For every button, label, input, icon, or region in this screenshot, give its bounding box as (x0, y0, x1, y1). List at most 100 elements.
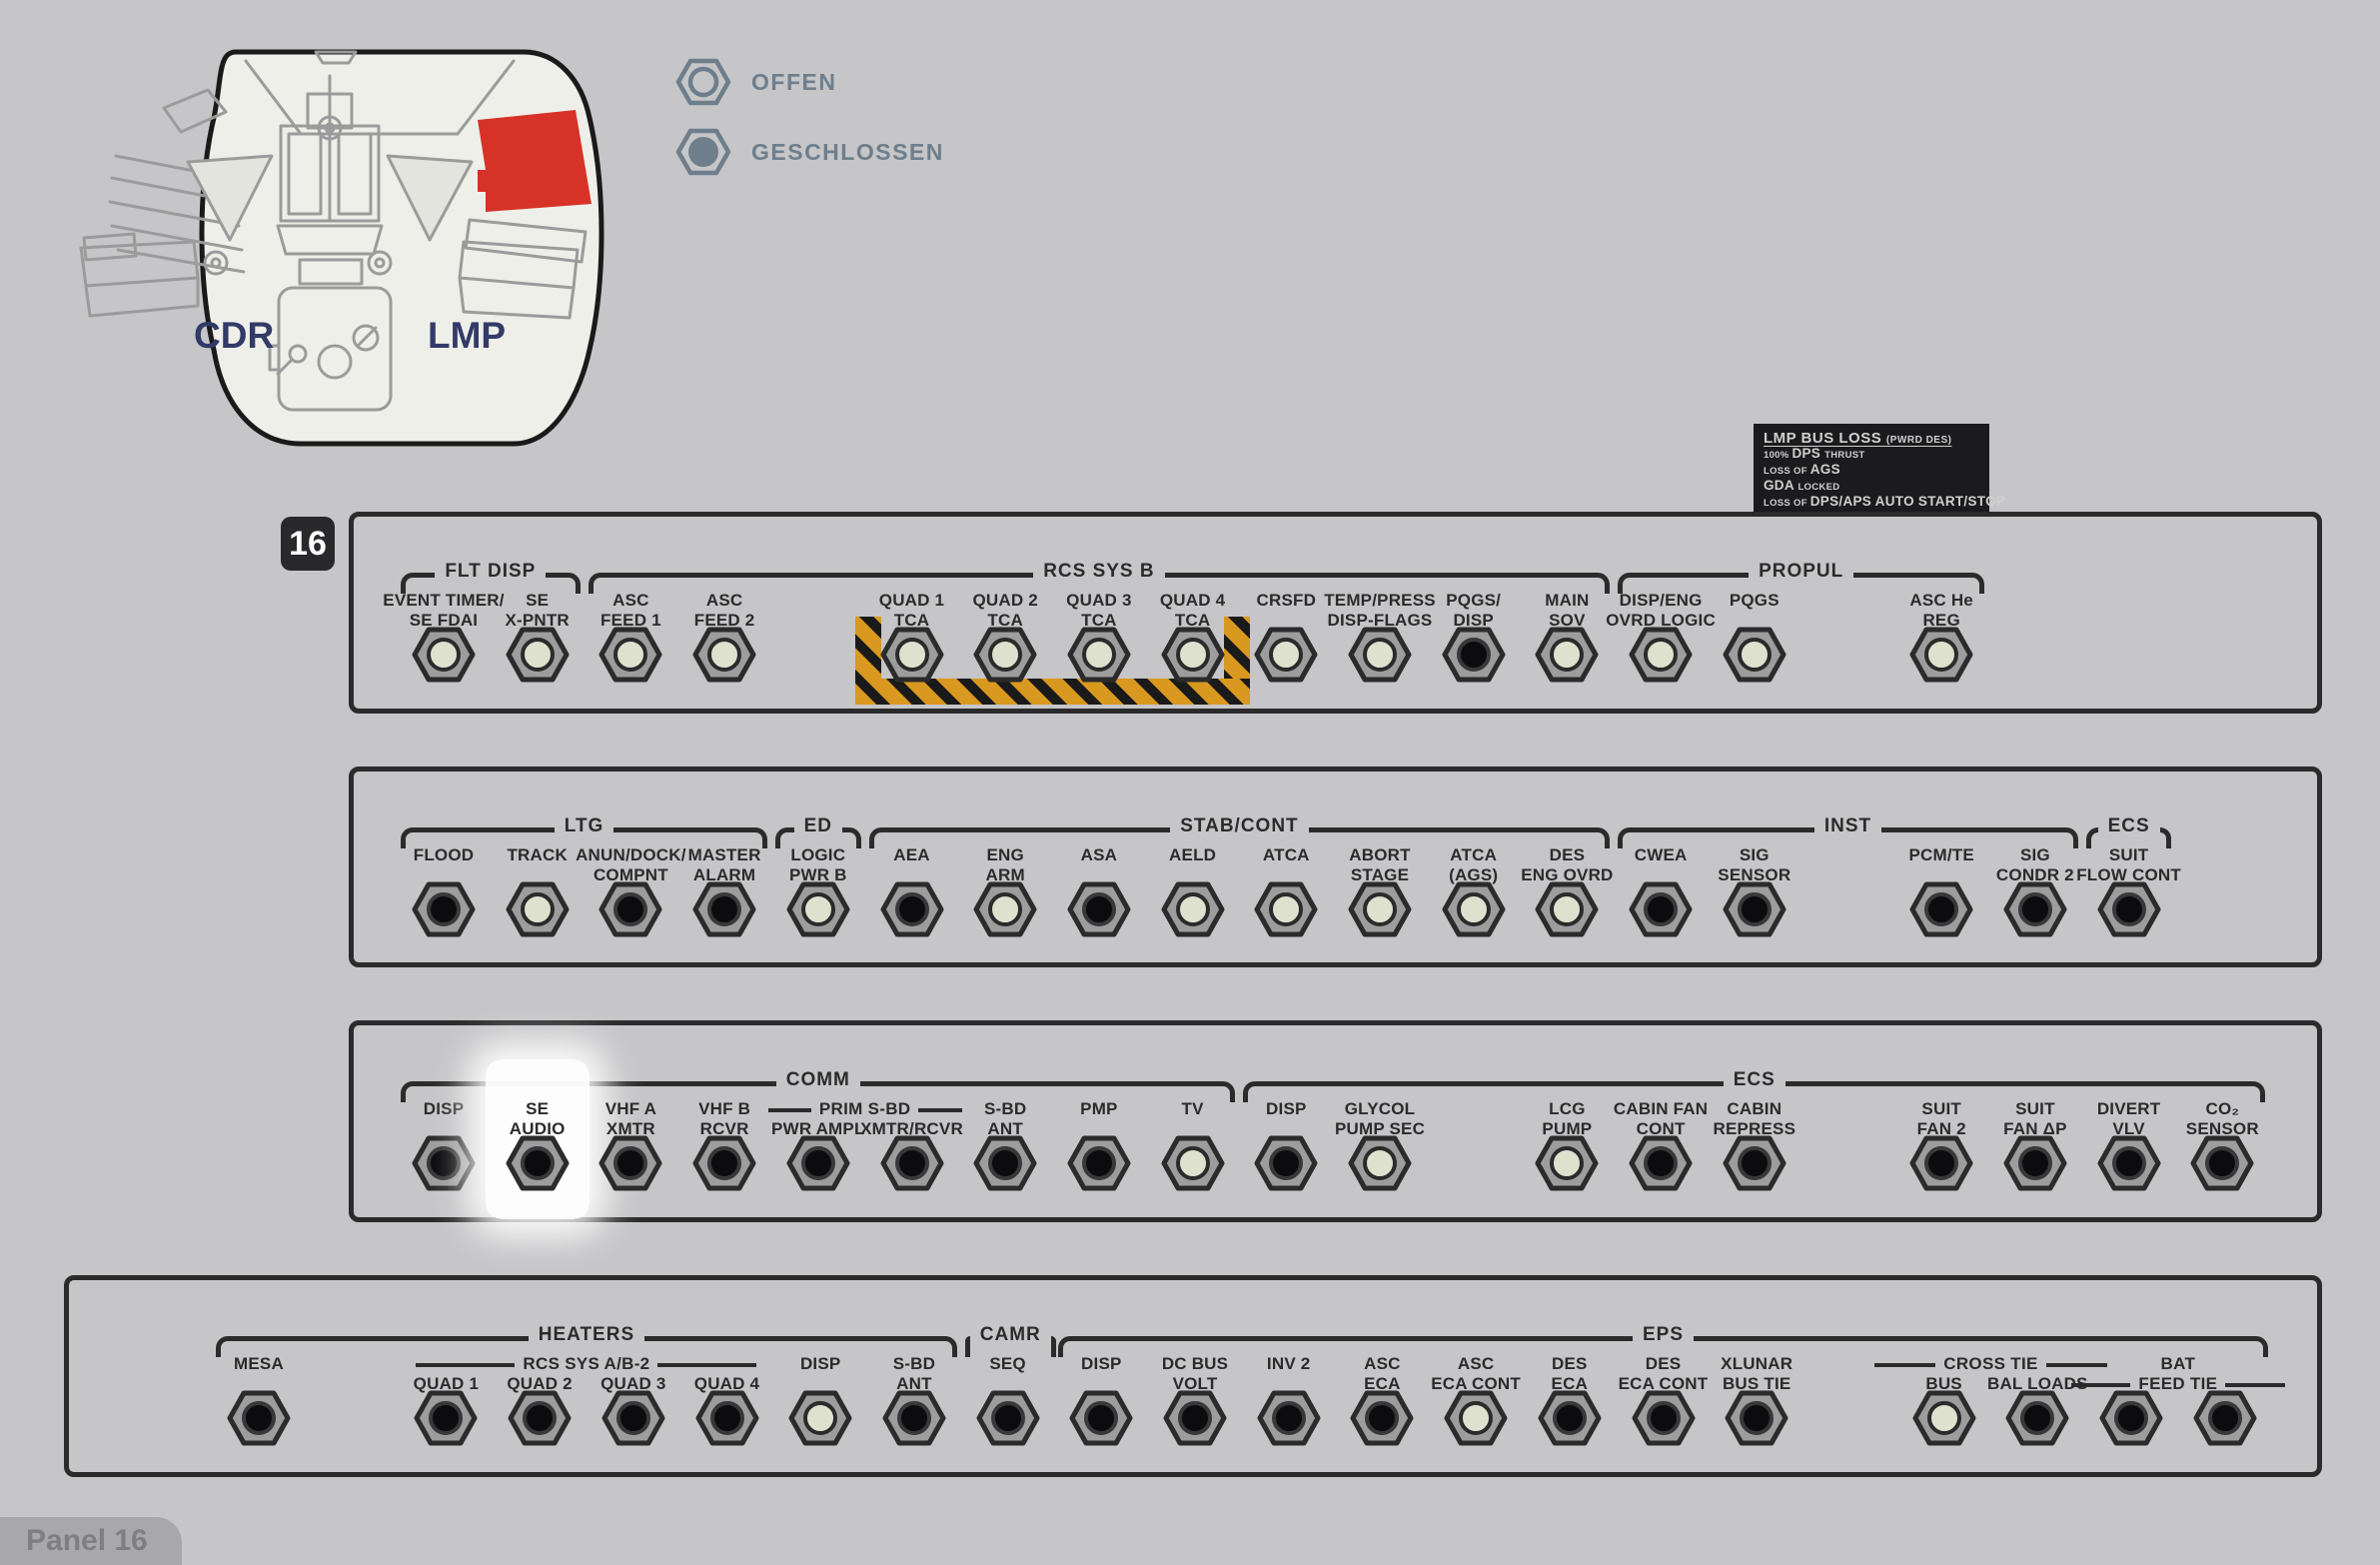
cb-quad-2[interactable] (508, 1390, 572, 1446)
section-label: ECS (1733, 1069, 1776, 1090)
open-breaker-icon (675, 58, 731, 106)
cb-label-co-sensor: CO₂ SENSOR (2185, 1099, 2259, 1138)
cb-label-cabin-repress: CABIN REPRESS (1713, 1099, 1796, 1138)
cb-bal-loads[interactable] (2005, 1390, 2069, 1446)
cb-tv[interactable] (1161, 1135, 1225, 1191)
cb-s-bd-ant[interactable] (882, 1390, 946, 1446)
cb-asc-he-reg[interactable] (1909, 627, 1973, 683)
cb-xlunar-bus-tie[interactable] (1725, 1390, 1788, 1446)
cb-label-mesa: MESA (234, 1354, 284, 1373)
cb-aeld[interactable] (1161, 881, 1225, 937)
cb-disp[interactable] (1069, 1390, 1133, 1446)
legend-closed-row: GESCHLOSSEN (675, 128, 944, 176)
cb-des-eca-cont[interactable] (1632, 1390, 1696, 1446)
cb-sig-sensor[interactable] (1723, 881, 1786, 937)
cb-mesa[interactable] (227, 1390, 291, 1446)
cb-des-eng-ovrd[interactable] (1535, 881, 1599, 937)
cb-pcm-te[interactable] (1909, 881, 1973, 937)
cb-pwr-ampl[interactable] (786, 1135, 850, 1191)
cb-quad-3[interactable] (601, 1390, 665, 1446)
cb-aea[interactable] (880, 881, 944, 937)
cb-inv-2[interactable] (1257, 1390, 1321, 1446)
section-label: ED (803, 815, 832, 836)
cb-event-timer-se-fdai[interactable] (412, 627, 476, 683)
cb-quad-1[interactable] (414, 1390, 478, 1446)
group-label-bat: BAT (2131, 1354, 2225, 1374)
cb-cabin-fan-cont[interactable] (1629, 1135, 1693, 1191)
cb-label-sig-sensor: SIG SENSOR (1718, 845, 1791, 884)
cb-master-alarm[interactable] (692, 881, 756, 937)
cb-logic-pwr-b[interactable] (786, 881, 850, 937)
warning-line: 100% DPS THRUST (1764, 446, 1865, 462)
cb-main-sov[interactable] (1535, 627, 1599, 683)
section-label: STAB/CONT (1180, 815, 1299, 836)
cb-asc-feed-2[interactable] (692, 627, 756, 683)
cb-label-asc-feed-2: ASC FEED 2 (693, 591, 755, 630)
cb-suit-fan-p[interactable] (2003, 1135, 2067, 1191)
cb-quad-3-tca[interactable] (1067, 627, 1131, 683)
cb-co-sensor[interactable] (2190, 1135, 2254, 1191)
cb-panel-row-4: HEATERS CAMR EPS RCS SYS A/B-2 CROSS TIE BAT F… (64, 1275, 2322, 1477)
panel16-location-highlight (478, 110, 592, 212)
cb-eng-arm[interactable] (973, 881, 1037, 937)
cb-label-pqgs: PQGS (1729, 591, 1780, 610)
cb-atca-ags[interactable] (1442, 881, 1506, 937)
cb-bat-feed-tie-a[interactable] (2099, 1390, 2163, 1446)
cb-crsfd[interactable] (1254, 627, 1318, 683)
cb-flood[interactable] (412, 881, 476, 937)
cb-suit-fan-2[interactable] (1909, 1135, 1973, 1191)
cb-disp[interactable] (412, 1135, 476, 1191)
cb-xmtr-rcvr[interactable] (880, 1135, 944, 1191)
cb-asa[interactable] (1067, 881, 1131, 937)
cb-vhf-a-xmtr[interactable] (598, 1135, 662, 1191)
cb-dc-bus-volt[interactable] (1163, 1390, 1227, 1446)
section-label: LTG (564, 815, 604, 836)
cb-des-eca[interactable] (1538, 1390, 1602, 1446)
section-label: PROPUL (1759, 561, 1844, 582)
cb-anun-dock-compnt[interactable] (598, 881, 662, 937)
cb-disp[interactable] (1254, 1135, 1318, 1191)
cb-quad-4[interactable] (695, 1390, 759, 1446)
warning-line: GDA LOCKED (1764, 478, 1840, 494)
cb-glycol-pump-sec[interactable] (1348, 1135, 1412, 1191)
cb-disp-eng-ovrd-logic[interactable] (1629, 627, 1693, 683)
cb-suit-flow-cont[interactable] (2097, 881, 2161, 937)
cb-se-x-pntr[interactable] (506, 627, 570, 683)
cb-quad-2-tca[interactable] (973, 627, 1037, 683)
lmp-position-label: LMP (428, 315, 506, 356)
cb-asc-feed-1[interactable] (598, 627, 662, 683)
cb-pqgs-disp[interactable] (1442, 627, 1506, 683)
cb-s-bd-ant[interactable] (973, 1135, 1037, 1191)
cb-pmp[interactable] (1067, 1135, 1131, 1191)
section-label: FLT DISP (445, 561, 537, 582)
group-label-text: BAT (2160, 1354, 2196, 1373)
cb-atca[interactable] (1254, 881, 1318, 937)
section-label: ECS (2107, 815, 2150, 836)
cb-divert-vlv[interactable] (2097, 1135, 2161, 1191)
cb-asc-eca-cont[interactable] (1444, 1390, 1508, 1446)
cb-track[interactable] (506, 881, 570, 937)
cb-label-xlunar-bus-tie: XLUNAR BUS TIE (1721, 1354, 1793, 1393)
cb-disp[interactable] (788, 1390, 852, 1446)
cb-vhf-b-rcvr[interactable] (692, 1135, 756, 1191)
legend-open-label: OFFEN (751, 68, 837, 95)
cb-abort-stage[interactable] (1348, 881, 1412, 937)
cb-quad-1-tca[interactable] (880, 627, 944, 683)
cb-asc-eca[interactable] (1350, 1390, 1414, 1446)
cb-bat-feed-tie-b[interactable] (2193, 1390, 2257, 1446)
cb-quad-4-tca[interactable] (1161, 627, 1225, 683)
cb-sig-condr-2[interactable] (2003, 881, 2067, 937)
cb-se-audio[interactable] (506, 1135, 570, 1191)
cb-lcg-pump[interactable] (1535, 1135, 1599, 1191)
cb-cabin-repress[interactable] (1723, 1135, 1786, 1191)
warning-title: LMP BUS LOSS (PWRD DES) (1764, 430, 1952, 447)
warning-line: LOSS OF DPS/APS AUTO START/STOP (1764, 494, 2006, 510)
cb-bus[interactable] (1912, 1390, 1976, 1446)
section-label: RCS SYS B (1043, 561, 1155, 582)
cb-label-suit-flow-cont: SUIT FLOW CONT (2076, 845, 2181, 884)
cb-seq[interactable] (976, 1390, 1040, 1446)
section-label: INST (1823, 815, 1872, 836)
cb-cwea[interactable] (1629, 881, 1693, 937)
cb-pqgs[interactable] (1723, 627, 1786, 683)
cb-temp-press-disp-flags[interactable] (1348, 627, 1412, 683)
